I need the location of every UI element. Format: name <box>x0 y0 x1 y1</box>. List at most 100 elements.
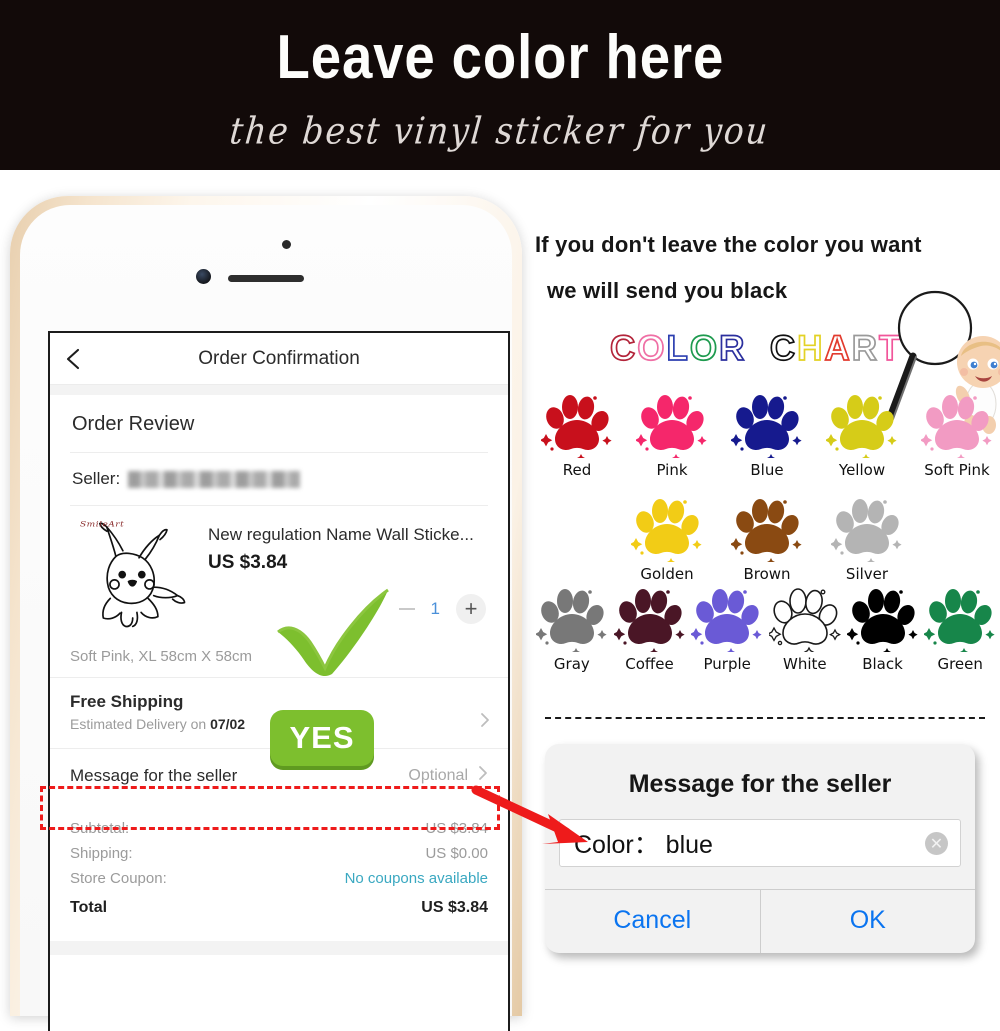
proximity-sensor-icon <box>282 240 291 249</box>
paw-print-icon <box>727 392 807 463</box>
total-value: US $3.84 <box>421 899 488 916</box>
quantity-stepper[interactable]: 1 + <box>398 594 486 624</box>
color-swatch-label: White <box>783 655 827 673</box>
chevron-right-icon[interactable] <box>480 712 490 728</box>
quantity-value: 1 <box>430 599 440 618</box>
color-chart-letter: O <box>689 328 720 369</box>
seller-name-redacted <box>128 470 301 488</box>
color-swatch: Brown <box>727 496 807 583</box>
color-chart-heading: COLOR CHART <box>609 328 902 369</box>
color-swatch-label: Purple <box>703 655 751 673</box>
store-coupon-value[interactable]: No coupons available <box>345 870 488 887</box>
yes-badge: YES <box>270 710 374 766</box>
banner-subtitle: the best vinyl sticker for you <box>228 108 772 152</box>
color-chart-letter: L <box>666 328 690 369</box>
color-swatch-label: Red <box>562 461 592 479</box>
message-for-seller-label: Message for the seller <box>70 765 238 785</box>
promo-banner: Leave color here the best vinyl sticker … <box>0 0 1000 170</box>
paw-print-icon <box>688 586 766 657</box>
color-swatch: Black <box>844 586 922 673</box>
message-input[interactable]: Color： blue ✕ <box>559 819 961 867</box>
paw-print-icon <box>766 586 844 658</box>
color-swatch-label: Yellow <box>838 461 886 479</box>
paw-print-icon <box>844 586 922 657</box>
color-chart-letter: R <box>718 328 747 369</box>
cancel-button[interactable]: Cancel <box>545 890 761 953</box>
color-chart-letter: A <box>824 328 852 369</box>
paw-print-icon <box>533 586 611 657</box>
phone-mockup: Order Confirmation Order Review Seller: … <box>10 196 522 1031</box>
color-swatch-label: Golden <box>640 565 694 583</box>
color-swatch: Coffee <box>611 586 689 673</box>
color-swatch: Silver <box>827 496 907 583</box>
product-thumbnail[interactable]: SmileArt <box>70 520 194 638</box>
table-row: Store Coupon: No coupons available <box>70 866 488 891</box>
color-chart-letter <box>746 329 769 368</box>
seller-row[interactable]: Seller: <box>50 453 508 505</box>
color-swatch-label: Pink <box>656 461 688 479</box>
product-title: New regulation Name Wall Sticke... <box>208 525 474 544</box>
color-chart-letter: C <box>769 328 798 369</box>
pointer-arrow-icon <box>470 770 610 865</box>
back-chevron-icon[interactable] <box>64 347 82 371</box>
paw-print-icon <box>822 392 902 463</box>
yes-badge-label: YES <box>289 720 355 755</box>
paw-print-icon <box>627 496 707 567</box>
front-camera-icon <box>196 269 211 284</box>
color-swatch-label: Soft Pink <box>924 461 990 479</box>
ok-button[interactable]: OK <box>761 890 976 953</box>
color-chart-letter: H <box>796 328 825 369</box>
product-price: US $3.84 <box>208 552 288 574</box>
quantity-increase-button[interactable]: + <box>456 594 486 624</box>
seller-label: Seller: <box>72 469 121 488</box>
color-swatch-label: Brown <box>743 565 791 583</box>
message-row-highlight <box>40 786 500 830</box>
shipping-title: Free Shipping <box>70 692 184 711</box>
color-chart-letter: C <box>609 328 638 369</box>
app-nav-bar: Order Confirmation <box>50 333 508 385</box>
color-swatch: Blue <box>727 392 807 479</box>
paw-print-icon <box>921 586 999 657</box>
color-swatch: Pink <box>632 392 712 479</box>
page-title: Order Confirmation <box>198 347 360 369</box>
paw-print-icon <box>632 392 712 463</box>
earpiece-speaker <box>228 275 304 282</box>
clear-circle-icon[interactable]: ✕ <box>925 831 948 855</box>
shipping-estimate-date: 07/02 <box>210 716 246 732</box>
quantity-decrease-button[interactable] <box>398 608 415 610</box>
paw-print-icon <box>727 496 807 567</box>
color-swatch: Yellow <box>822 392 902 479</box>
table-row: Shipping: US $0.00 <box>70 841 488 866</box>
color-swatch-label: Green <box>937 655 983 673</box>
paw-print-icon <box>827 496 907 567</box>
color-swatch: Soft Pink <box>917 392 997 479</box>
total-label: Total <box>70 899 108 916</box>
paw-print-icon <box>917 392 997 463</box>
message-optional-text: Optional <box>408 766 468 784</box>
section-divider <box>545 717 985 719</box>
color-chart-letter: O <box>636 328 667 369</box>
phone-body: Order Confirmation Order Review Seller: … <box>20 205 512 1031</box>
color-swatch-label: Black <box>862 655 903 673</box>
green-check-icon <box>270 580 400 685</box>
color-swatch-label: Coffee <box>625 655 674 673</box>
table-row: Total US $3.84 <box>70 891 488 921</box>
instruction-line-1: If you don't leave the color you want <box>535 232 922 257</box>
color-swatch: White <box>766 586 844 673</box>
total-label: Store Coupon: <box>70 870 167 887</box>
color-swatch: Green <box>921 586 999 673</box>
order-review-heading: Order Review <box>72 413 195 435</box>
banner-title: Leave color here <box>276 22 724 92</box>
color-swatch-label: Blue <box>750 461 784 479</box>
section-separator <box>50 941 508 955</box>
instruction-line-2: we will send you black <box>547 278 788 303</box>
paw-print-icon <box>611 586 689 657</box>
total-label: Shipping: <box>70 845 133 862</box>
color-swatch-row-3: Gray Coffee Purple White Black Green <box>533 586 999 673</box>
color-swatch: Golden <box>627 496 707 583</box>
dialog-actions: Cancel OK <box>545 889 975 953</box>
shipping-estimate-prefix: Estimated Delivery on <box>70 716 211 732</box>
color-swatch-label: Gray <box>553 655 590 673</box>
color-swatch: Red <box>537 392 617 479</box>
color-swatch: Gray <box>533 586 611 673</box>
